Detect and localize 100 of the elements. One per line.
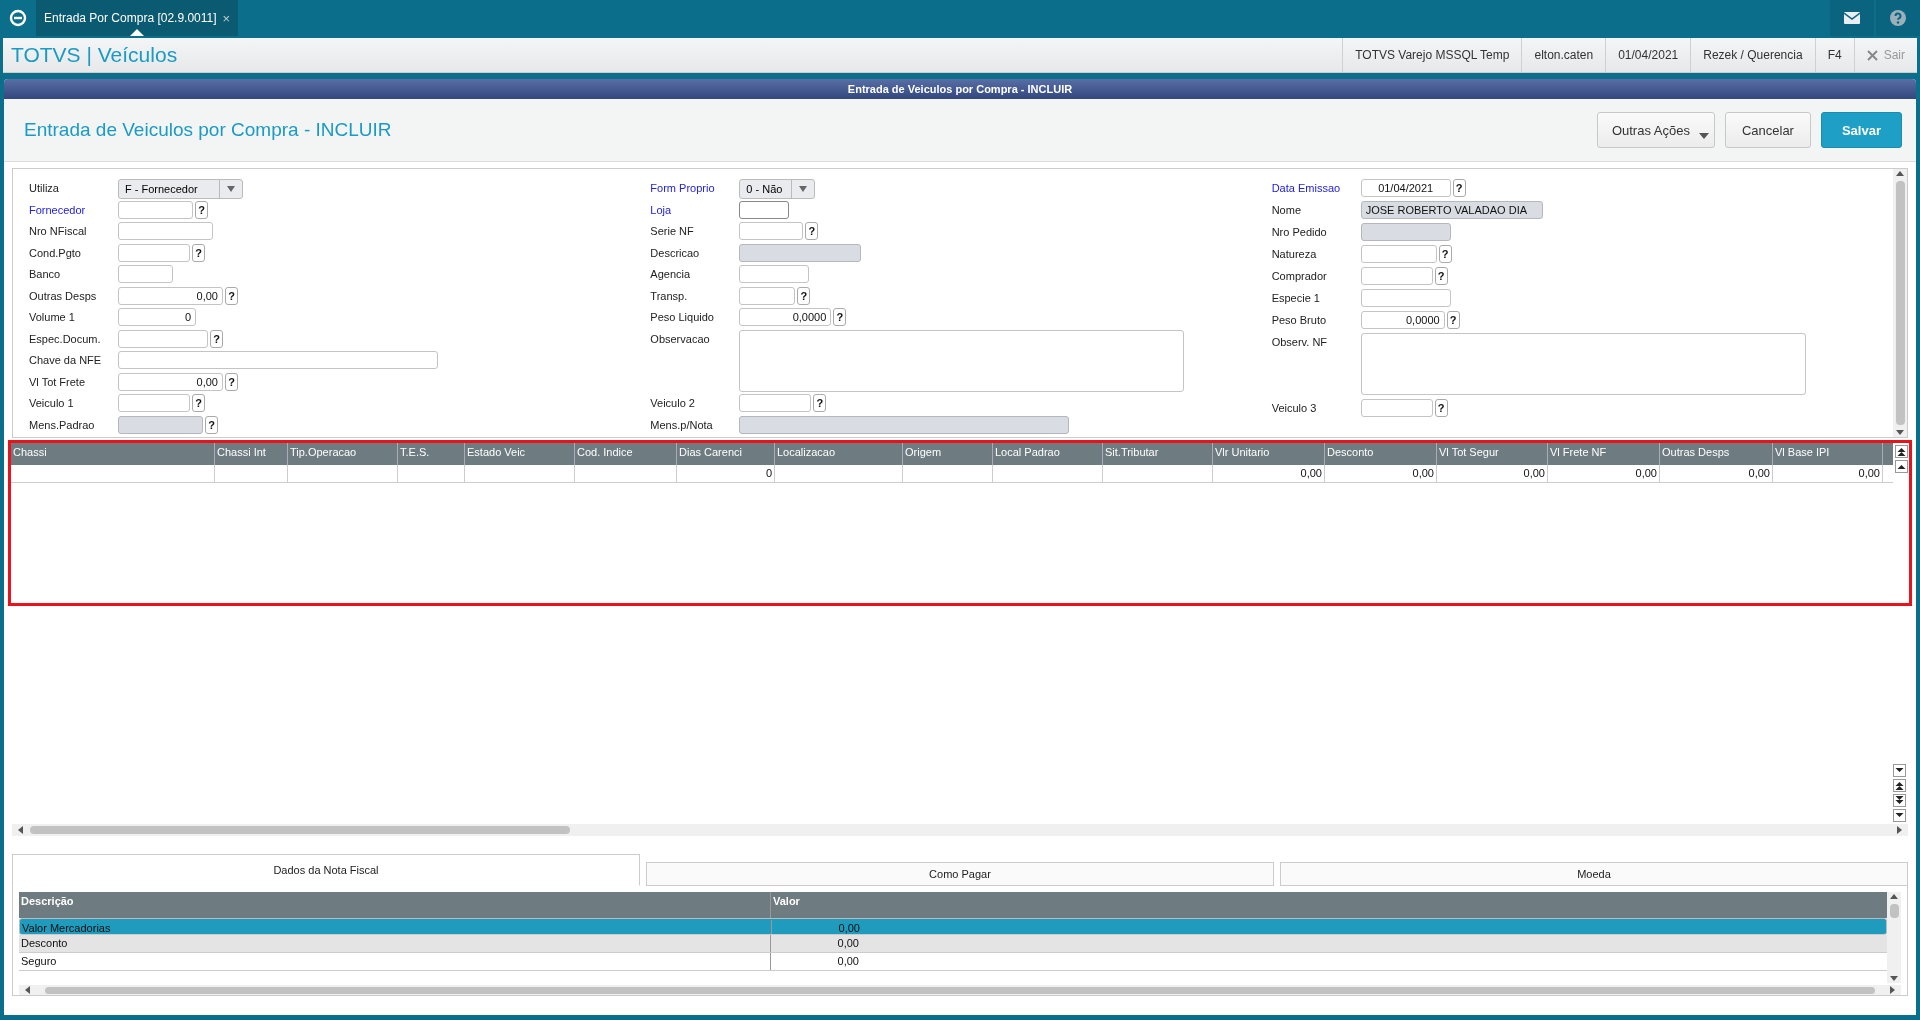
- field-label: Form Proprio: [650, 181, 716, 194]
- scroll-button[interactable]: [1893, 809, 1906, 822]
- lookup-button[interactable]: ?: [1446, 311, 1460, 329]
- table-cell: 0,00: [1773, 465, 1883, 482]
- text-area[interactable]: [1360, 333, 1806, 395]
- scroll-left-icon[interactable]: [23, 985, 33, 995]
- scroll-button[interactable]: [1893, 764, 1906, 777]
- mail-icon[interactable]: [1844, 12, 1860, 24]
- column-header[interactable]: Valor: [771, 892, 802, 918]
- lookup-button[interactable]: ?: [797, 286, 811, 305]
- dropdown-field[interactable]: 0 - Não: [739, 179, 816, 199]
- scroll-up-icon[interactable]: [1889, 892, 1899, 902]
- scroll-up-icon[interactable]: [1895, 169, 1905, 179]
- column-header[interactable]: Sit.Tributar: [1103, 443, 1213, 465]
- input-field[interactable]: [118, 394, 190, 412]
- horizontal-scrollbar[interactable]: [12, 824, 1908, 836]
- input-field[interactable]: [118, 351, 438, 369]
- scroll-down-icon[interactable]: [1889, 973, 1899, 983]
- lookup-button[interactable]: ?: [195, 200, 208, 219]
- column-header[interactable]: Chassi: [11, 443, 215, 465]
- column-header[interactable]: T.E.S.: [398, 443, 465, 465]
- column-header[interactable]: Local Padrao: [993, 443, 1103, 465]
- table-row[interactable]: Valor Mercadorias 0,00: [19, 918, 1887, 935]
- logo-icon[interactable]: [9, 9, 27, 27]
- input-field[interactable]: [118, 222, 213, 240]
- scroll-button[interactable]: [1895, 445, 1908, 458]
- table-row[interactable]: Seguro 0,00: [19, 953, 1887, 971]
- input-field[interactable]: [1360, 399, 1433, 417]
- scroll-right-icon[interactable]: [1887, 985, 1897, 995]
- scrollbar[interactable]: [1893, 169, 1907, 437]
- lookup-button[interactable]: ?: [225, 286, 238, 305]
- horizontal-scrollbar[interactable]: [19, 985, 1901, 995]
- input-field[interactable]: [118, 265, 173, 283]
- column-header[interactable]: Outras Desps: [1660, 443, 1773, 465]
- input-field[interactable]: [1360, 289, 1451, 307]
- actions-menu-button[interactable]: Outras Ações: [1596, 112, 1715, 148]
- scroll-thumb[interactable]: [45, 986, 1875, 994]
- scroll-button[interactable]: [1895, 460, 1908, 473]
- input-field[interactable]: 0,0000: [739, 308, 832, 326]
- column-header[interactable]: Dias Carenci: [677, 443, 775, 465]
- scroll-right-icon[interactable]: [1894, 825, 1904, 835]
- cancel-button[interactable]: Cancelar: [1724, 112, 1811, 148]
- input-field[interactable]: [118, 329, 208, 348]
- column-header[interactable]: Vlr Unitario: [1213, 443, 1325, 465]
- input-field[interactable]: [118, 243, 190, 262]
- table-cell: Valor Mercadorias: [20, 919, 772, 934]
- close-button[interactable]: ×: [222, 10, 231, 26]
- column-header[interactable]: Desconto: [1325, 443, 1437, 465]
- column-header[interactable]: Estado Veic: [465, 443, 575, 465]
- scroll-left-icon[interactable]: [16, 825, 26, 835]
- input-field[interactable]: 01/04/2021: [1360, 179, 1451, 197]
- column-header[interactable]: Vl Tot Segur: [1437, 443, 1548, 465]
- field-label: Serie NF: [650, 224, 695, 237]
- field-label: Banco: [29, 267, 62, 280]
- status-info: 01/04/2021: [1605, 38, 1691, 72]
- input-field[interactable]: [118, 200, 193, 219]
- column-header[interactable]: Tip.Operacao: [288, 443, 398, 465]
- input-field[interactable]: 0: [118, 308, 196, 326]
- input-field[interactable]: [1360, 267, 1433, 285]
- column-header[interactable]: Origem: [903, 443, 993, 465]
- lookup-button[interactable]: ?: [1434, 399, 1448, 417]
- input-field[interactable]: [739, 265, 810, 283]
- scroll-thumb[interactable]: [1889, 904, 1899, 918]
- tab[interactable]: Moeda: [1280, 862, 1908, 886]
- lookup-button[interactable]: ?: [192, 394, 205, 412]
- tab[interactable]: Como Pagar: [646, 862, 1274, 886]
- dropdown-field[interactable]: F - Fornecedor: [118, 179, 243, 199]
- column-header[interactable]: Cod. Indice: [575, 443, 677, 465]
- scroll-thumb[interactable]: [1895, 181, 1905, 425]
- column-header[interactable]: Chassi Int: [215, 443, 288, 465]
- scroll-button[interactable]: [1893, 794, 1906, 807]
- input-field[interactable]: 0,00: [118, 372, 223, 391]
- lookup-button[interactable]: ?: [210, 329, 223, 348]
- tab[interactable]: Dados da Nota Fiscal: [12, 854, 640, 886]
- input-field[interactable]: [739, 286, 796, 305]
- column-header[interactable]: Vl Base IPI: [1773, 443, 1883, 465]
- lookup-button[interactable]: ?: [1438, 245, 1452, 263]
- text-area[interactable]: [739, 329, 1185, 392]
- input-field[interactable]: 0,00: [118, 286, 223, 305]
- input-field[interactable]: [1360, 245, 1437, 263]
- lookup-button[interactable]: ?: [1452, 179, 1466, 197]
- lookup-button[interactable]: ?: [225, 372, 238, 391]
- help-icon[interactable]: [1889, 9, 1907, 27]
- scroll-button[interactable]: [1893, 779, 1906, 792]
- input-field[interactable]: [739, 200, 790, 219]
- column-header[interactable]: Localizacao: [775, 443, 903, 465]
- scroll-down-icon[interactable]: [1895, 427, 1905, 437]
- input-field[interactable]: [739, 394, 812, 412]
- lookup-button[interactable]: ?: [805, 222, 819, 240]
- scroll-thumb[interactable]: [30, 826, 570, 834]
- document-tab[interactable]: Entrada Por Compra [02.9.0011] ×: [36, 0, 239, 36]
- column-header[interactable]: Vl Frete NF: [1548, 443, 1660, 465]
- lookup-button[interactable]: ?: [813, 394, 827, 412]
- scrollbar[interactable]: [1887, 892, 1901, 983]
- lookup-button[interactable]: ?: [833, 308, 847, 326]
- input-field[interactable]: [739, 222, 804, 240]
- input-field[interactable]: 0,0000: [1360, 311, 1445, 329]
- lookup-button[interactable]: ?: [1434, 267, 1448, 285]
- table-row[interactable]: Desconto 0,00: [19, 935, 1887, 953]
- lookup-button[interactable]: ?: [192, 243, 205, 262]
